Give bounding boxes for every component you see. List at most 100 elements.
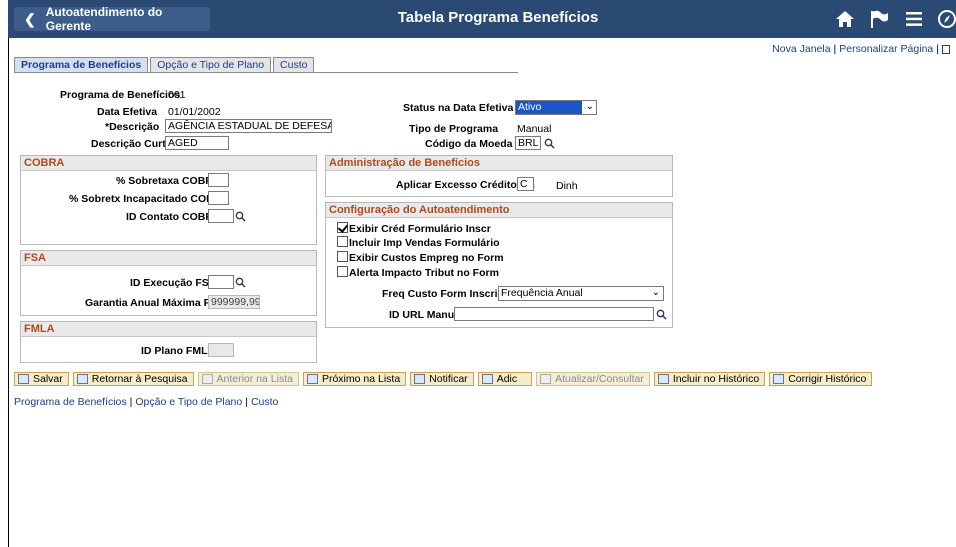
home-icon[interactable] — [834, 9, 856, 29]
checkbox-include-tax-label: Incluir Imp Vendas Formulário — [349, 237, 500, 249]
return-search-button[interactable]: Retornar à Pesquisa — [72, 372, 194, 386]
add-button[interactable]: Adic — [477, 372, 533, 386]
freq-select[interactable]: Frequência Anual ⌄ — [498, 286, 664, 301]
link-separator: | — [833, 43, 837, 55]
short-desc-input[interactable]: AGED — [165, 136, 229, 150]
update-label: Atualizar/Consultar — [555, 373, 644, 385]
tab-bar: Programa de Benefícios Opção e Tipo de P… — [14, 57, 316, 73]
update-display-button[interactable]: Atualizar/Consultar — [536, 372, 650, 386]
tab-underline — [14, 72, 518, 73]
next-in-list-button[interactable]: Próximo na Lista — [302, 372, 407, 386]
include-history-label: Incluir no Histórico — [672, 373, 760, 385]
toolbar: Salvar Retornar à Pesquisa Anterior na L… — [14, 372, 876, 386]
excess-credit-input[interactable]: C — [517, 177, 534, 191]
update-icon — [540, 374, 552, 384]
program-type-label: Tipo de Programa — [409, 123, 499, 135]
return-icon — [76, 374, 88, 384]
add-icon — [481, 374, 493, 384]
back-label: Autoatendimento do Gerente — [45, 5, 163, 33]
bottom-link-programa[interactable]: Programa de Benefícios — [14, 396, 127, 408]
program-type-value: Manual — [517, 123, 552, 135]
excess-credit-label: Aplicar Excesso Crédito em — [396, 179, 535, 191]
fsa-max-label: Garantia Anual Máxima FSA — [85, 297, 225, 309]
freq-label: Freq Custo Form Inscrição — [382, 288, 516, 300]
fmla-plan-value — [208, 343, 234, 357]
correct-history-button[interactable]: Corrigir Histórico — [769, 372, 873, 386]
return-label: Retornar à Pesquisa — [91, 373, 188, 385]
chevron-left-icon: ❮ — [24, 10, 36, 27]
cobra-title: COBRA — [21, 156, 316, 171]
left-border — [8, 38, 9, 547]
lookup-icon[interactable] — [235, 277, 246, 288]
selfservice-title: Configuração do Autoatendimento — [326, 203, 672, 218]
checkbox-show-credits-label: Exibir Créd Formulário Inscr — [349, 223, 491, 235]
link-separator: | — [936, 43, 939, 55]
prev-label: Anterior na Lista — [216, 373, 293, 385]
cobra-contact-input[interactable] — [208, 209, 234, 223]
save-icon — [18, 374, 29, 384]
currency-input[interactable]: BRL — [515, 136, 541, 150]
fmla-title: FMLA — [21, 322, 316, 337]
checkbox-show-costs[interactable] — [337, 251, 348, 262]
lookup-icon[interactable] — [235, 211, 246, 222]
url-input[interactable] — [454, 307, 654, 321]
checkbox-show-credits[interactable] — [337, 222, 348, 233]
back-button[interactable]: ❮ Autoatendimento do Gerente — [14, 5, 210, 33]
flag-icon[interactable] — [868, 9, 890, 29]
fsa-exec-input[interactable] — [208, 275, 234, 289]
tab-custo[interactable]: Custo — [273, 57, 315, 73]
lookup-icon[interactable] — [656, 309, 667, 320]
bottom-links: Programa de Benefícios | Opção e Tipo de P… — [14, 396, 278, 408]
checkbox-show-costs-label: Exibir Custos Empreg no Form — [349, 252, 504, 264]
fmla-plan-label: ID Plano FMLA — [141, 345, 216, 357]
save-label: Salvar — [33, 373, 63, 385]
personalize-page-link[interactable]: Personalizar Página — [839, 43, 933, 55]
cobra-surcharge-input[interactable] — [208, 173, 229, 187]
fsa-exec-label: ID Execução FSA — [130, 277, 217, 289]
header-bar: ❮ Autoatendimento do Gerente Tabela Prog… — [8, 0, 956, 38]
top-links: Nova Janela | Personalizar Página | — [772, 43, 950, 55]
link-separator: | — [245, 396, 248, 408]
correct-history-label: Corrigir Histórico — [788, 373, 867, 385]
admin-title: Administração de Benefícios — [326, 156, 672, 171]
program-label: Programa de Benefícios — [60, 89, 181, 101]
bottom-link-opcao[interactable]: Opção e Tipo de Plano — [135, 396, 242, 408]
save-button[interactable]: Salvar — [14, 372, 69, 386]
link-separator: | — [129, 396, 133, 408]
chevron-down-icon: ⌄ — [585, 101, 594, 112]
chevron-down-icon: ⌄ — [651, 287, 660, 298]
cobra-surcharge-label: % Sobretaxa COBRA — [116, 175, 221, 187]
short-desc-label: Descrição Curta — [91, 138, 172, 150]
status-selected-value: Ativo — [516, 101, 582, 114]
next-icon — [306, 374, 318, 384]
notify-label: Notificar — [429, 373, 468, 385]
status-label: Status na Data Efetiva — [403, 102, 514, 114]
excess-credit-desc: Dinh — [556, 180, 578, 192]
prev-in-list-button[interactable]: Anterior na Lista — [197, 372, 299, 386]
status-select[interactable]: Ativo ⌄ — [515, 100, 597, 115]
include-history-button[interactable]: Incluir no Histórico — [653, 372, 766, 386]
description-input[interactable]: AGÊNCIA ESTADUAL DE DEFESA AGR — [165, 119, 332, 133]
program-value: 001 — [168, 89, 186, 101]
fsa-max-value: 999999,99 — [208, 295, 260, 309]
notify-button[interactable]: Notificar — [410, 372, 474, 386]
checkbox-include-tax[interactable] — [337, 236, 348, 247]
notify-icon — [414, 374, 426, 384]
include-history-icon — [657, 374, 669, 384]
eff-date-label: Data Efetiva — [97, 106, 158, 118]
tab-opcao-tipo-plano[interactable]: Opção e Tipo de Plano — [150, 57, 272, 73]
cobra-contact-label: ID Contato COBRA — [126, 211, 221, 223]
cobra-disabled-input[interactable] — [208, 191, 229, 205]
checkbox-tax-alert-label: Alerta Impacto Tribut no Form — [349, 267, 499, 279]
checkbox-tax-alert[interactable] — [337, 266, 348, 277]
add-label: Adic — [496, 373, 518, 385]
prev-icon — [201, 374, 213, 384]
page-title: Tabela Programa Benefícios — [397, 9, 599, 26]
bottom-link-custo[interactable]: Custo — [251, 396, 278, 408]
tab-programa-beneficios[interactable]: Programa de Benefícios — [14, 57, 149, 73]
grid-icon[interactable] — [942, 44, 950, 54]
menu-icon[interactable] — [903, 9, 925, 29]
navbar-compass-icon[interactable] — [936, 9, 956, 29]
lookup-icon[interactable] — [544, 138, 555, 149]
new-window-link[interactable]: Nova Janela — [772, 43, 830, 55]
